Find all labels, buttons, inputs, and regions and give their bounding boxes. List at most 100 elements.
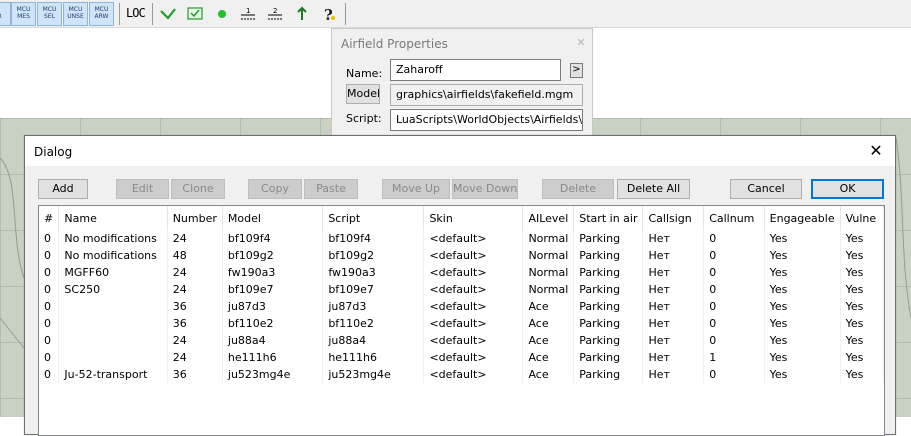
cell-name: [58, 298, 168, 315]
cell-callnum: 0: [703, 230, 765, 247]
help-question-icon[interactable]: ?: [319, 4, 339, 24]
close-icon[interactable]: ✕: [865, 140, 887, 162]
cell-model: ju87d3: [222, 298, 324, 315]
column-header[interactable]: Script: [322, 206, 425, 230]
copy-button[interactable]: Copy: [248, 179, 302, 199]
mcu-partial-button[interactable]: R: [0, 2, 11, 26]
column-header[interactable]: Callsign: [642, 206, 705, 230]
aircraft-table: # Name Number Model Script Skin AILevel …: [39, 206, 884, 383]
table-row[interactable]: 0 No modifications 48 bf109g2 bf109g2 <defaul…: [39, 247, 884, 264]
name-arrow-button[interactable]: >: [570, 63, 583, 78]
table-row[interactable]: 0 24 ju88a4 ju88a4 <default> Ace Parking Нет 0 Ye…: [39, 332, 884, 349]
move-up-button[interactable]: Move Up: [382, 179, 450, 199]
table-row[interactable]: 0 24 he111h6 he111h6 <default> Ace Parking Нет 1…: [39, 349, 884, 366]
cell-callnum: 1: [703, 349, 765, 366]
paste-button[interactable]: Paste: [304, 179, 358, 199]
one-over-line-icon[interactable]: 1: [238, 4, 258, 24]
column-header[interactable]: AILevel: [522, 206, 575, 230]
table-row[interactable]: 0 36 bf110e2 bf110e2 <default> Ace Parking Нет 0…: [39, 315, 884, 332]
two-over-line-icon[interactable]: 2: [265, 4, 285, 24]
cell-engageable: Yes: [764, 366, 841, 383]
column-header[interactable]: Vulne: [840, 206, 884, 230]
table-row[interactable]: 0 MGFF60 24 fw190a3 fw190a3 <default> Normal Pa…: [39, 264, 884, 281]
cell-start: Parking: [573, 315, 644, 332]
cell-callnum: 0: [703, 264, 765, 281]
cell-number: 24: [167, 230, 223, 247]
script-field[interactable]: LuaScripts\WorldObjects\Airfields\fake: [390, 109, 583, 131]
table-row[interactable]: 0 36 ju87d3 ju87d3 <default> Ace Parking Нет 0 Ye…: [39, 298, 884, 315]
delete-all-button[interactable]: Delete All: [617, 179, 690, 199]
dialog-title: Dialog: [34, 145, 73, 159]
cell-index: 0: [39, 247, 60, 264]
column-header[interactable]: Name: [58, 206, 168, 230]
aircraft-grid[interactable]: # Name Number Model Script Skin AILevel …: [38, 205, 885, 436]
cell-index: 0: [39, 315, 60, 332]
cell-name: [58, 349, 168, 366]
cell-model: bf110e2: [222, 315, 324, 332]
dialog-titlebar[interactable]: Dialog ✕: [25, 136, 895, 166]
name-field[interactable]: Zaharoff: [390, 59, 561, 81]
column-header[interactable]: Start in air: [573, 206, 644, 230]
move-down-button[interactable]: Move Down: [452, 179, 518, 199]
column-header[interactable]: Engageable: [764, 206, 841, 230]
column-header[interactable]: Model: [222, 206, 324, 230]
cell-number: 24: [167, 281, 223, 298]
close-icon[interactable]: ✕: [573, 35, 589, 51]
cell-start: Parking: [573, 230, 644, 247]
mcu-arw-button[interactable]: MCU ARW: [89, 2, 114, 26]
cell-ailevel: Normal: [522, 264, 575, 281]
cell-script: ju88a4: [322, 332, 425, 349]
main-toolbar: R MCU MES MCU SEL MCU UNSE MCU ARW LOC 1…: [0, 0, 911, 28]
cancel-button[interactable]: Cancel: [730, 179, 802, 199]
edit-button[interactable]: Edit: [116, 179, 169, 199]
model-button[interactable]: Model: [346, 84, 380, 104]
cell-ailevel: Ace: [522, 366, 575, 383]
cell-number: 48: [167, 247, 223, 264]
loc-button[interactable]: LOC: [126, 6, 146, 20]
ok-button[interactable]: OK: [811, 179, 884, 199]
cell-vulnerable: Yes: [840, 366, 884, 383]
script-label: Script:: [346, 112, 382, 125]
cell-skin: <default>: [423, 247, 524, 264]
mcu-unse-button[interactable]: MCU UNSE: [63, 2, 88, 26]
cell-index: 0: [39, 366, 60, 383]
column-header[interactable]: Number: [167, 206, 223, 230]
column-header[interactable]: #: [39, 206, 60, 230]
envelope-check-icon[interactable]: [185, 4, 205, 24]
column-header[interactable]: Skin: [423, 206, 524, 230]
table-row[interactable]: 0 SC250 24 bf109e7 bf109e7 <default> Normal Par…: [39, 281, 884, 298]
table-row[interactable]: 0 No modifications 24 bf109f4 bf109f4 <defaul…: [39, 230, 884, 247]
delete-button[interactable]: Delete: [542, 179, 614, 199]
cell-start: Parking: [573, 298, 644, 315]
cell-vulnerable: Yes: [840, 298, 884, 315]
cell-skin: <default>: [423, 349, 524, 366]
mcu-sel-button[interactable]: MCU SEL: [37, 2, 62, 26]
cell-callsign: Нет: [642, 264, 705, 281]
cell-skin: <default>: [423, 298, 524, 315]
mcu-mes-button[interactable]: MCU MES: [11, 2, 36, 26]
cell-callsign: Нет: [642, 349, 705, 366]
cell-ailevel: Ace: [522, 349, 575, 366]
cell-name: No modifications: [58, 230, 168, 247]
column-header[interactable]: Callnum: [703, 206, 765, 230]
table-row[interactable]: 0 Ju-52-transport 36 ju523mg4e ju523mg4e <def…: [39, 366, 884, 383]
cell-engageable: Yes: [764, 332, 841, 349]
cell-name: MGFF60: [58, 264, 168, 281]
cell-index: 0: [39, 281, 60, 298]
cell-engageable: Yes: [764, 247, 841, 264]
green-dot-icon[interactable]: [212, 4, 232, 24]
arrow-up-green-icon[interactable]: [292, 4, 312, 24]
add-button[interactable]: Add: [38, 179, 88, 199]
cell-vulnerable: Yes: [840, 349, 884, 366]
clone-button[interactable]: Clone: [171, 179, 225, 199]
model-field[interactable]: graphics\airfields\fakefield.mgm: [390, 84, 583, 106]
cell-script: bf110e2: [322, 315, 425, 332]
cell-vulnerable: Yes: [840, 264, 884, 281]
cell-number: 36: [167, 366, 223, 383]
svg-text:2: 2: [273, 7, 277, 15]
cell-ailevel: Ace: [522, 298, 575, 315]
cell-start: Parking: [573, 264, 644, 281]
cell-number: 36: [167, 298, 223, 315]
check-icon[interactable]: [158, 4, 178, 24]
cell-callnum: 0: [703, 315, 765, 332]
